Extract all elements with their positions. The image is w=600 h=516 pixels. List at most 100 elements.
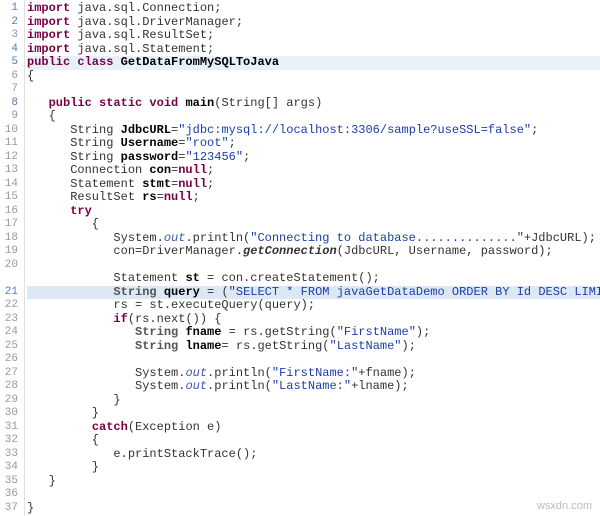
line-number: 34 — [0, 461, 18, 475]
code-line[interactable]: { — [27, 218, 600, 232]
code-line[interactable]: String fname = rs.getString("FirstName")… — [27, 326, 600, 340]
code-line[interactable] — [27, 259, 600, 273]
code-line[interactable]: ResultSet rs=null; — [27, 191, 600, 205]
line-number: 11 — [0, 137, 18, 151]
token-kw: import — [27, 1, 70, 15]
token-kw: null — [178, 163, 207, 177]
token-str: "root" — [185, 136, 228, 150]
token-str: "jdbc:mysql://localhost:3306/sample?useS… — [178, 123, 531, 137]
token-fn: getConnection — [243, 244, 337, 258]
code-line[interactable]: String Username="root"; — [27, 137, 600, 151]
line-number: 27 — [0, 367, 18, 381]
token-cls: GetDataFromMySQLToJava — [121, 55, 279, 69]
line-number: 25 — [0, 340, 18, 354]
code-line[interactable]: import java.sql.Statement; — [27, 43, 600, 57]
line-number: 36 — [0, 488, 18, 502]
code-line[interactable]: { — [27, 70, 600, 84]
token-cls: stmt — [142, 177, 171, 191]
token-str: "Connecting to database.............." — [250, 231, 524, 245]
token-kw: import — [27, 42, 70, 56]
line-number: 28 — [0, 380, 18, 394]
line-number: 6 — [0, 70, 18, 84]
code-line[interactable]: String JdbcURL="jdbc:mysql://localhost:3… — [27, 124, 600, 138]
token-typ: String — [135, 339, 178, 353]
code-line[interactable]: String lname= rs.getString("LastName"); — [27, 340, 600, 354]
code-line[interactable]: } — [27, 407, 600, 421]
line-number: 26 — [0, 353, 18, 367]
token-kw: try — [70, 204, 92, 218]
token-kw: import — [27, 28, 70, 42]
line-number: 23 — [0, 313, 18, 327]
code-line[interactable]: String query = ("SELECT * FROM javaGetDa… — [27, 286, 600, 300]
code-content[interactable]: import java.sql.Connection;import java.s… — [25, 0, 600, 516]
token-kw: null — [178, 177, 207, 191]
token-kw: public static void — [49, 96, 179, 110]
token-fld: out — [164, 231, 186, 245]
code-line[interactable]: { — [27, 434, 600, 448]
line-number: 31 — [0, 421, 18, 435]
line-number: 22 — [0, 299, 18, 313]
code-line[interactable]: e.printStackTrace(); — [27, 448, 600, 462]
code-line[interactable]: } — [27, 475, 600, 489]
token-typ: String — [135, 325, 178, 339]
token-fld: out — [185, 379, 207, 393]
code-line[interactable]: String password="123456"; — [27, 151, 600, 165]
watermark-text: wsxdn.com — [537, 500, 592, 512]
line-number: 8 — [0, 97, 18, 111]
code-line[interactable]: import java.sql.Connection; — [27, 2, 600, 16]
code-line[interactable]: public static void main(String[] args) — [27, 97, 600, 111]
line-number: 30 — [0, 407, 18, 421]
token-str: "FirstName" — [337, 325, 416, 339]
token-typ: String — [113, 285, 156, 299]
token-str: "LastName:" — [272, 379, 351, 393]
code-line[interactable]: } — [27, 461, 600, 475]
line-number: 4 — [0, 43, 18, 57]
code-line[interactable]: { — [27, 110, 600, 124]
token-str: "SELECT * FROM javaGetDataDemo ORDER BY … — [229, 285, 600, 299]
code-line[interactable]: public class GetDataFromMySQLToJava — [27, 56, 600, 70]
line-number: 32 — [0, 434, 18, 448]
line-number: 20 — [0, 259, 18, 273]
line-number: 17 — [0, 218, 18, 232]
code-line[interactable]: catch(Exception e) — [27, 421, 600, 435]
token-kw: if — [113, 312, 127, 326]
code-line[interactable]: } — [27, 502, 600, 516]
code-line[interactable]: System.out.println("LastName:"+lname); — [27, 380, 600, 394]
line-number: 19 — [0, 245, 18, 259]
code-line[interactable]: con=DriverManager.getConnection(JdbcURL,… — [27, 245, 600, 259]
code-line[interactable]: Connection con=null; — [27, 164, 600, 178]
code-line[interactable] — [27, 83, 600, 97]
code-line[interactable]: } — [27, 394, 600, 408]
token-cls: fname — [185, 325, 221, 339]
code-line[interactable] — [27, 488, 600, 502]
code-line[interactable] — [27, 353, 600, 367]
token-cls: st — [185, 271, 199, 285]
token-cls: password — [121, 150, 179, 164]
token-fld: out — [185, 366, 207, 380]
line-number: 37 — [0, 502, 18, 516]
token-cls: JdbcURL — [121, 123, 171, 137]
code-line[interactable]: import java.sql.DriverManager; — [27, 16, 600, 30]
code-line[interactable]: Statement stmt=null; — [27, 178, 600, 192]
code-line[interactable]: System.out.println("FirstName:"+fname); — [27, 367, 600, 381]
line-number: 16 — [0, 205, 18, 219]
line-number: 10 — [0, 124, 18, 138]
token-cls: main — [185, 96, 214, 110]
line-number-gutter: 1234567891011121314151617181920 21222324… — [0, 0, 25, 516]
line-number: 1 — [0, 2, 18, 16]
code-line[interactable]: System.out.println("Connecting to databa… — [27, 232, 600, 246]
code-line[interactable]: import java.sql.ResultSet; — [27, 29, 600, 43]
line-number: 14 — [0, 178, 18, 192]
token-cls: query — [164, 285, 200, 299]
token-str: "123456" — [185, 150, 243, 164]
line-number: 3 — [0, 29, 18, 43]
code-line[interactable]: Statement st = con.createStatement(); — [27, 272, 600, 286]
code-line[interactable]: try — [27, 205, 600, 219]
code-line[interactable]: rs = st.executeQuery(query); — [27, 299, 600, 313]
line-number — [0, 272, 18, 286]
code-line[interactable]: if(rs.next()) { — [27, 313, 600, 327]
line-number: 35 — [0, 475, 18, 489]
line-number: 33 — [0, 448, 18, 462]
token-kw: null — [164, 190, 193, 204]
line-number: 7 — [0, 83, 18, 97]
